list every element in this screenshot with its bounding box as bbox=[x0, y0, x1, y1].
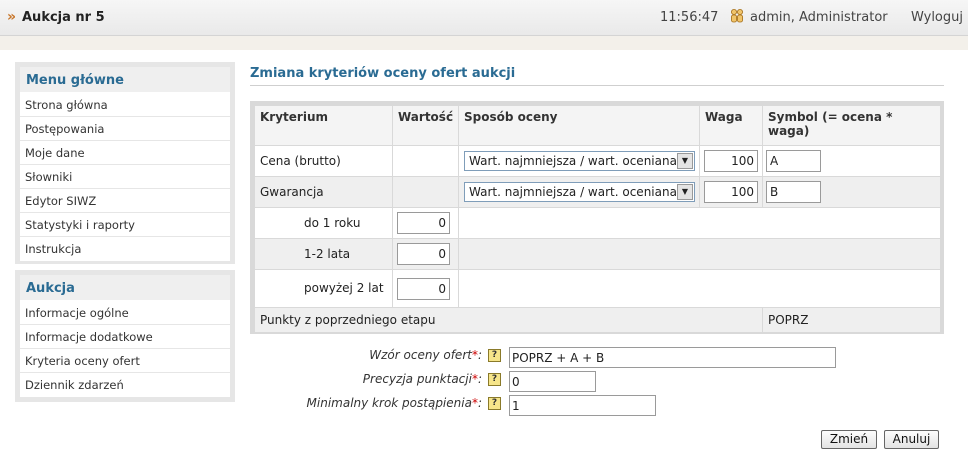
symbol-input[interactable]: B bbox=[766, 181, 821, 203]
required-mark: * bbox=[471, 372, 478, 386]
table-row: Cena (brutto) Wart. najmniejsza / wart. … bbox=[254, 145, 941, 177]
table-row: Punkty z poprzedniego etapu POPRZ bbox=[254, 307, 941, 333]
subcriterion-label: powyżej 2 lat bbox=[254, 269, 393, 308]
method-select[interactable]: Wart. najmniejsza / wart. oceniana ▼ bbox=[464, 182, 695, 202]
page-title: Zmiana kryteriów oceny ofert aukcji bbox=[250, 66, 516, 81]
formula-label: Wzór oceny ofert*: bbox=[369, 348, 482, 362]
min-step-label: Minimalny krok postąpienia*: bbox=[306, 396, 482, 410]
subcriterion-value-input[interactable]: 0 bbox=[397, 243, 450, 265]
subcriterion-value-input[interactable]: 0 bbox=[397, 212, 450, 234]
menu-item-proceedings[interactable]: Postępowania bbox=[20, 117, 230, 141]
menu-item-siwz-editor[interactable]: Edytor SIWZ bbox=[20, 189, 230, 213]
prev-points-symbol: POPRZ bbox=[762, 307, 941, 333]
weight-input[interactable]: 100 bbox=[704, 181, 758, 203]
table-row: Gwarancja Wart. najmniejsza / wart. ocen… bbox=[254, 176, 941, 208]
prev-points-label: Punkty z poprzedniego etapu bbox=[254, 307, 763, 333]
formula-input[interactable]: POPRZ + A + B bbox=[509, 347, 836, 368]
header-subbar bbox=[0, 36, 968, 50]
method-select-value: Wart. najmniejsza / wart. oceniana bbox=[469, 185, 677, 199]
auction-menu: Aukcja Informacje ogólne Informacje doda… bbox=[15, 270, 235, 402]
precision-label: Precyzja punktacji*: bbox=[362, 372, 482, 386]
precision-input[interactable]: 0 bbox=[509, 371, 596, 392]
col-value: Wartość bbox=[392, 105, 459, 146]
menu-item-additional-info[interactable]: Informacje dodatkowe bbox=[20, 325, 230, 349]
col-weight: Waga bbox=[699, 105, 763, 146]
help-icon[interactable]: ? bbox=[488, 349, 501, 362]
chevron-right-icon: » bbox=[7, 9, 17, 25]
method-select-value: Wart. najmniejsza / wart. oceniana bbox=[469, 154, 677, 168]
menu-item-event-log[interactable]: Dziennik zdarzeń bbox=[20, 373, 230, 397]
user-name: admin, Administrator bbox=[750, 10, 888, 25]
col-method: Sposób oceny bbox=[458, 105, 700, 146]
menu-item-home[interactable]: Strona główna bbox=[20, 93, 230, 117]
logout-link[interactable]: Wyloguj bbox=[911, 10, 963, 25]
menu-item-criteria[interactable]: Kryteria oceny ofert bbox=[20, 349, 230, 373]
menu-item-my-data[interactable]: Moje dane bbox=[20, 141, 230, 165]
menu-item-statistics[interactable]: Statystyki i raporty bbox=[20, 213, 230, 237]
required-mark: * bbox=[471, 348, 478, 362]
auction-menu-title: Aukcja bbox=[20, 275, 230, 301]
weight-input[interactable]: 100 bbox=[704, 150, 758, 172]
clock: 11:56:47 bbox=[660, 10, 719, 25]
criterion-label: Gwarancja bbox=[254, 176, 393, 208]
subcriterion-label: do 1 roku bbox=[254, 207, 393, 239]
subcriterion-label: 1-2 lata bbox=[254, 238, 393, 270]
top-bar: » Aukcja nr 5 11:56:47 admin, Administra… bbox=[0, 0, 968, 36]
symbol-input[interactable]: A bbox=[766, 150, 821, 172]
table-row: do 1 roku 0 bbox=[254, 207, 941, 239]
method-select[interactable]: Wart. najmniejsza / wart. oceniana ▼ bbox=[464, 151, 695, 171]
main-menu-title: Menu główne bbox=[20, 67, 230, 93]
users-icon bbox=[731, 9, 743, 23]
col-criterion: Kryterium bbox=[254, 105, 393, 146]
value-cell bbox=[392, 176, 459, 208]
cancel-button[interactable]: Anuluj bbox=[884, 430, 939, 449]
required-mark: * bbox=[471, 396, 478, 410]
chevron-down-icon[interactable]: ▼ bbox=[677, 153, 693, 169]
save-button[interactable]: Zmień bbox=[821, 430, 877, 449]
chevron-down-icon[interactable]: ▼ bbox=[677, 184, 693, 200]
value-cell bbox=[392, 145, 459, 177]
table-row: powyżej 2 lat 0 bbox=[254, 269, 941, 308]
main-menu: Menu główne Strona główna Postępowania M… bbox=[15, 62, 235, 264]
menu-item-dictionaries[interactable]: Słowniki bbox=[20, 165, 230, 189]
min-step-input[interactable]: 1 bbox=[509, 395, 656, 416]
title-divider bbox=[250, 85, 944, 86]
subcriterion-value-input[interactable]: 0 bbox=[397, 277, 450, 300]
menu-item-general-info[interactable]: Informacje ogólne bbox=[20, 301, 230, 325]
help-icon[interactable]: ? bbox=[488, 373, 501, 386]
criterion-label: Cena (brutto) bbox=[254, 145, 393, 177]
help-icon[interactable]: ? bbox=[488, 397, 501, 410]
criteria-table: Kryterium Wartość Sposób oceny Waga Symb… bbox=[250, 101, 944, 334]
col-symbol: Symbol (= ocena * waga) bbox=[762, 105, 941, 146]
menu-item-manual[interactable]: Instrukcja bbox=[20, 237, 230, 261]
table-row: 1-2 lata 0 bbox=[254, 238, 941, 270]
table-header-row: Kryterium Wartość Sposób oceny Waga Symb… bbox=[254, 105, 941, 146]
page-header-title: Aukcja nr 5 bbox=[22, 10, 105, 25]
